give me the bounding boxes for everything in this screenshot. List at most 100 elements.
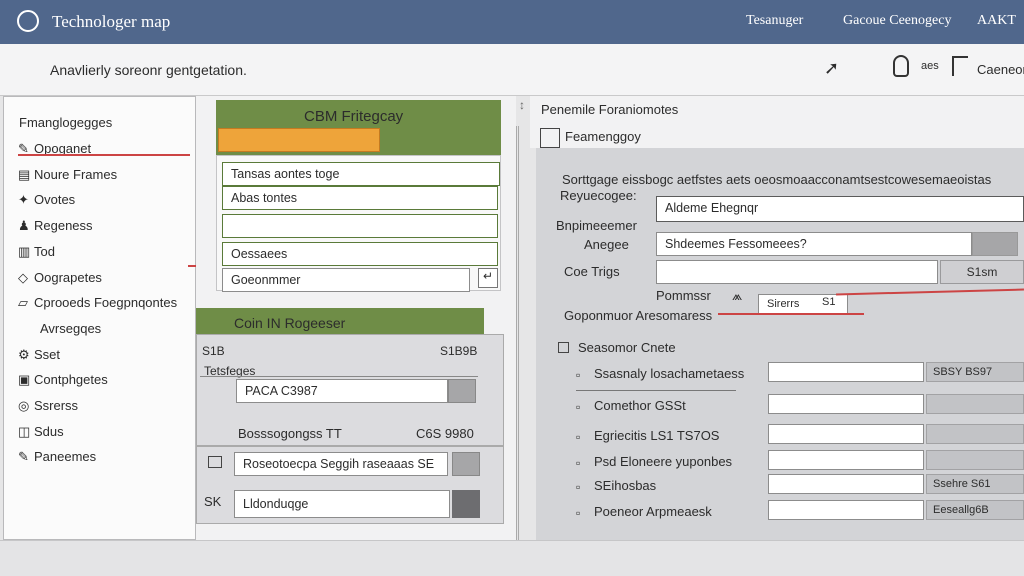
field-row-4[interactable]: Oessaees <box>222 242 498 266</box>
grid-icon <box>208 456 222 468</box>
separator <box>516 126 519 540</box>
sidebar-item-label: Cprooeds Foegpnqontes <box>34 295 178 311</box>
list-row-input[interactable] <box>768 450 924 470</box>
description-line-2: Reyuecogee: <box>560 188 637 203</box>
list-row-icon: ▫ <box>576 400 581 414</box>
star-icon: ✦ <box>18 192 29 208</box>
list-row-input[interactable] <box>768 424 924 444</box>
bottom-input-2[interactable]: Lldonduqge <box>234 490 450 518</box>
list-row-icon: ▫ <box>576 506 581 520</box>
list-row-label: Poeneor Arpmeaesk <box>594 504 712 519</box>
sidebar-item-label: Paneemes <box>34 449 97 465</box>
sidebar-item[interactable]: ◇ Oograpetes <box>18 268 102 288</box>
card2-input-button[interactable] <box>448 379 476 403</box>
send-icon[interactable]: ➚ <box>824 58 839 79</box>
field-row-5[interactable]: Goeonmmer <box>222 268 470 292</box>
logo-icon <box>17 10 39 32</box>
pointer-label: Pommssr <box>656 288 711 303</box>
bottom-input-2-button[interactable] <box>452 490 480 518</box>
sidebar-item[interactable]: ◫ Sdus <box>18 422 64 442</box>
right-section-title: Penemile Foraniomotes <box>541 102 679 117</box>
list-divider <box>576 390 736 391</box>
gear-icon: ⚙ <box>18 346 30 362</box>
pointer-code: S1 <box>822 296 836 308</box>
book-icon: ▣ <box>18 372 31 388</box>
sidebar-item[interactable]: ▱ Cprooeds Foegpnqontes <box>18 293 177 313</box>
description-line-1: Sorttgage eissbogc aetfstes aets oeosmoa… <box>562 172 992 187</box>
right-list: ▫ Ssasnaly losachametaess SBSY BS97 ▫ Cometh… <box>536 348 1024 520</box>
list-row-icon: ▫ <box>576 430 581 444</box>
person-icon[interactable] <box>893 55 909 77</box>
code-icon: SK <box>204 494 222 509</box>
group-label: Goponmuor Aresomaress <box>564 308 713 323</box>
card2-code-left: S1B <box>202 344 225 358</box>
sidebar-item-label: Sdus <box>34 423 64 439</box>
pen-icon: ✎ <box>18 449 29 465</box>
list-row-label: SEihosbas <box>594 478 657 493</box>
list-row-value[interactable] <box>926 394 1024 414</box>
bottom-input-1-button[interactable] <box>452 452 480 476</box>
sidebar-item-label: Contphgetes <box>34 372 108 388</box>
sidebar-item-label: Oograpetes <box>34 269 102 285</box>
sidebar: Fmanglogegges ✎ Opoganet ▤ Noure Frames ✦ Ovo… <box>3 96 196 540</box>
connector-line <box>18 154 190 156</box>
card2-input[interactable]: PACA C3987 <box>236 379 448 403</box>
list-row-input[interactable] <box>768 394 924 414</box>
field-label-2: Anegee <box>584 237 629 252</box>
summary-value: C6S 9980 <box>416 426 474 441</box>
field-row-2[interactable]: Abas tontes <box>222 186 498 210</box>
nav-link-3[interactable]: AAKT <box>977 13 1016 29</box>
list-row-value[interactable]: Ssehre S61 <box>926 474 1024 494</box>
field-row-1[interactable]: Tansas aontes toge <box>222 162 500 186</box>
list-row-input[interactable] <box>768 362 924 382</box>
field-input-2-button[interactable] <box>972 232 1018 256</box>
list-row-icon: ▫ <box>576 456 581 470</box>
right-panel: Sorttgage eissbogc aetfstes aets oeosmoa… <box>536 148 1024 576</box>
sidebar-item[interactable]: ✦ Ovotes <box>18 190 75 210</box>
sidebar-item[interactable]: ▤ Noure Frames <box>18 165 117 185</box>
toolbar-caption: Anavlierly soreonr gentgetation. <box>50 62 247 78</box>
sidebar-item[interactable]: Avrsegqes <box>18 319 101 339</box>
list-row-icon: ▫ <box>576 480 581 494</box>
field-input-1[interactable]: Aldeme Ehegnqr <box>656 196 1024 222</box>
top-bar: Technologer map Tesanuger Gacoue Ceenoge… <box>0 0 1024 44</box>
sidebar-item-label: Regeness <box>34 218 93 234</box>
sidebar-item[interactable]: ▥ Tod <box>18 242 55 262</box>
sidebar-item[interactable]: ⚙ Sset <box>18 345 60 365</box>
enter-icon[interactable]: ↵ <box>478 268 498 288</box>
list-row-label: Egriecitis LS1 TS7OS <box>594 428 720 443</box>
sidebar-item[interactable]: ♟ Regeness <box>18 216 93 236</box>
list-row-input[interactable] <box>768 500 924 520</box>
sidebar-item[interactable]: ✎ Opoganet <box>18 139 91 159</box>
list-row-value[interactable]: Eeseallg6B <box>926 500 1024 520</box>
red-underline <box>718 313 864 315</box>
sidebar-item[interactable]: ✎ Paneemes <box>18 447 96 467</box>
field-label-3: Coe Trigs <box>564 264 620 279</box>
nav-link-2[interactable]: Gacoue Ceenogecy <box>843 13 951 29</box>
list-row-icon: ▫ <box>576 368 581 382</box>
sidebar-item-label: Avrsegqes <box>40 320 102 336</box>
right-subsection-title: Feamenggoy <box>565 129 641 144</box>
field-input-3[interactable] <box>656 260 938 284</box>
sidebar-item-label: Sset <box>34 346 61 362</box>
list-row-value[interactable]: SBSY BS97 <box>926 362 1024 382</box>
chart-icon: ▥ <box>18 243 31 259</box>
list-row-value[interactable] <box>926 450 1024 470</box>
folder-icon: ▱ <box>18 295 28 311</box>
field-input-2[interactable]: Shdeemes Fessomeees? <box>656 232 972 256</box>
nav-link-1[interactable]: Tesanuger <box>746 13 803 29</box>
list-row-value[interactable] <box>926 424 1024 444</box>
sidebar-item-label: Ovotes <box>34 192 76 208</box>
small-button[interactable]: S1sm <box>940 260 1024 284</box>
account-label[interactable]: Caeneon <box>977 62 1024 77</box>
flag-icon[interactable] <box>952 56 968 76</box>
scroll-handle[interactable]: ↕ <box>519 98 525 112</box>
sidebar-item[interactable]: ▣ Contphgetes <box>18 370 108 390</box>
card2-title: Coin IN Rogeeser <box>234 315 346 331</box>
sidebar-item[interactable]: ◎ Ssrerss <box>18 396 78 416</box>
divider <box>200 376 478 377</box>
bottom-input-1[interactable]: Roseotoecpa Seggih raseaaas SE <box>234 452 448 476</box>
diamond-icon: ◇ <box>18 269 28 285</box>
list-row-input[interactable] <box>768 474 924 494</box>
pen-icon: ✎ <box>18 141 29 156</box>
